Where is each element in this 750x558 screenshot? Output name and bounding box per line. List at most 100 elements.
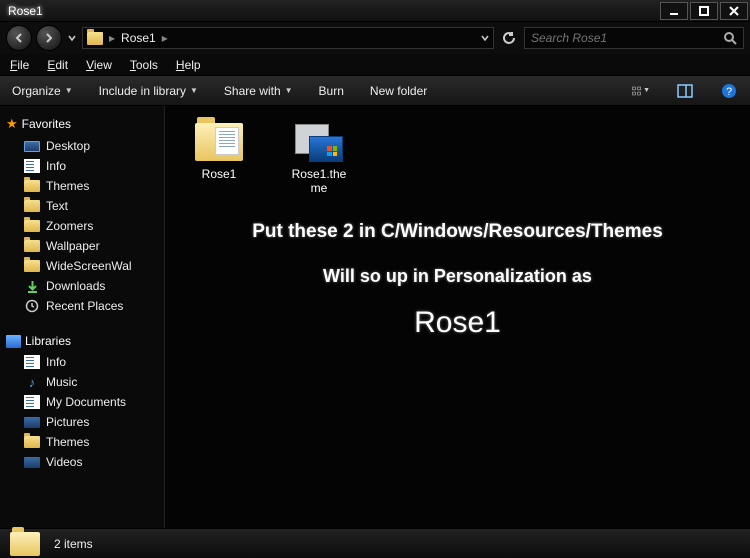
organize-button[interactable]: Organize▼: [12, 84, 73, 98]
change-view-button[interactable]: ▼: [632, 82, 650, 100]
breadcrumb-sep-icon: ▸: [109, 31, 115, 45]
include-in-library-button[interactable]: Include in library▼: [99, 84, 198, 98]
tree-item-label: Pictures: [46, 415, 89, 429]
libraries-header[interactable]: Libraries: [0, 330, 164, 352]
tree-item-label: Recent Places: [46, 299, 123, 313]
item-count: 2 items: [54, 537, 93, 551]
search-input[interactable]: [531, 31, 724, 45]
folder-icon: [10, 532, 40, 556]
close-button[interactable]: [720, 2, 748, 20]
overlay-line-1: Put these 2 in C/Windows/Resources/Theme…: [165, 221, 750, 243]
tree-item-label: Music: [46, 375, 77, 389]
file-item[interactable]: Rose1.theme: [283, 120, 355, 196]
file-item[interactable]: Rose1: [183, 120, 255, 196]
burn-button[interactable]: Burn: [319, 84, 344, 98]
refresh-button[interactable]: [498, 27, 520, 49]
help-button[interactable]: ?: [720, 82, 738, 100]
new-folder-button[interactable]: New folder: [370, 84, 427, 98]
overlay-line-2: Will so up in Personalization as: [165, 266, 750, 287]
back-button[interactable]: [6, 25, 32, 51]
tree-item-label: WideScreenWal: [46, 259, 132, 273]
content-area[interactable]: Rose1 Rose1.theme Put these 2 in C/Window…: [165, 106, 750, 528]
favorites-item[interactable]: Text: [0, 196, 164, 216]
breadcrumb-folder[interactable]: Rose1: [121, 31, 156, 45]
svg-text:?: ?: [726, 86, 732, 98]
navbar: ▸ Rose1 ▸: [0, 22, 750, 54]
libraries-item[interactable]: Videos: [0, 452, 164, 472]
desktop-icon: [24, 141, 40, 152]
favorites-item[interactable]: Info: [0, 156, 164, 176]
search-box[interactable]: [524, 27, 744, 49]
tree-item-label: Desktop: [46, 139, 90, 153]
menu-tools[interactable]: Tools: [130, 58, 158, 72]
libraries-item[interactable]: ♪ Music: [0, 372, 164, 392]
folder-icon: [24, 180, 40, 192]
folder-icon: [87, 32, 103, 45]
folder-icon: [195, 123, 243, 161]
menu-edit[interactable]: Edit: [47, 58, 68, 72]
pictures-icon: [24, 457, 40, 468]
tree-item-label: Zoomers: [46, 219, 93, 233]
status-bar: 2 items: [0, 528, 750, 558]
file-item-label: Rose1: [202, 168, 237, 182]
tree-item-label: Info: [46, 159, 66, 173]
preview-pane-button[interactable]: [676, 82, 694, 100]
theme-file-icon: [295, 122, 343, 162]
favorites-item[interactable]: Themes: [0, 176, 164, 196]
toolbar: Organize▼ Include in library▼ Share with…: [0, 76, 750, 106]
tree-item-label: Text: [46, 199, 68, 213]
folder-icon: [24, 220, 40, 232]
overlay-line-3: Rose1: [165, 306, 750, 340]
favorites-header[interactable]: ★ Favorites: [0, 112, 164, 136]
tree-item-label: Videos: [46, 455, 82, 469]
tree-item-label: My Documents: [46, 395, 126, 409]
forward-button[interactable]: [36, 25, 62, 51]
address-bar[interactable]: ▸ Rose1 ▸: [82, 27, 494, 49]
favorites-item[interactable]: Recent Places: [0, 296, 164, 316]
libraries-item[interactable]: Themes: [0, 432, 164, 452]
address-dropdown-icon[interactable]: [481, 34, 489, 42]
libraries-label: Libraries: [25, 334, 71, 348]
menu-file[interactable]: File: [10, 58, 29, 72]
recent-icon: [24, 299, 40, 313]
favorites-item[interactable]: Zoomers: [0, 216, 164, 236]
favorites-item[interactable]: Downloads: [0, 276, 164, 296]
tree-item-label: Wallpaper: [46, 239, 100, 253]
tree-item-label: Themes: [46, 179, 89, 193]
history-dropdown[interactable]: [66, 34, 78, 42]
sidebar: ★ Favorites Desktop Info Themes Text Zoomers…: [0, 106, 165, 528]
window-title: Rose1: [2, 4, 658, 18]
libraries-item[interactable]: Info: [0, 352, 164, 372]
menu-help[interactable]: Help: [176, 58, 201, 72]
minimize-button[interactable]: [660, 2, 688, 20]
document-icon: [24, 355, 40, 369]
libraries-icon: [6, 335, 21, 348]
folder-icon: [24, 260, 40, 272]
menubar: File Edit View Tools Help: [0, 54, 750, 76]
music-icon: ♪: [24, 375, 40, 389]
folder-icon: [24, 436, 40, 448]
titlebar: Rose1: [0, 0, 750, 22]
favorites-item[interactable]: Desktop: [0, 136, 164, 156]
tree-item-label: Info: [46, 355, 66, 369]
libraries-item[interactable]: My Documents: [0, 392, 164, 412]
star-icon: ★: [6, 116, 18, 132]
download-icon: [24, 279, 40, 293]
folder-icon: [24, 240, 40, 252]
folder-icon: [24, 200, 40, 212]
tree-item-label: Downloads: [46, 279, 105, 293]
favorites-item[interactable]: WideScreenWal: [0, 256, 164, 276]
document-icon: [24, 395, 40, 409]
document-icon: [24, 159, 40, 173]
main: ★ Favorites Desktop Info Themes Text Zoomers…: [0, 106, 750, 528]
search-icon: [724, 32, 737, 45]
share-with-button[interactable]: Share with▼: [224, 84, 293, 98]
tree-item-label: Themes: [46, 435, 89, 449]
maximize-button[interactable]: [690, 2, 718, 20]
menu-view[interactable]: View: [86, 58, 112, 72]
breadcrumb-sep-icon: ▸: [162, 31, 168, 45]
libraries-item[interactable]: Pictures: [0, 412, 164, 432]
pictures-icon: [24, 417, 40, 428]
favorites-item[interactable]: Wallpaper: [0, 236, 164, 256]
favorites-label: Favorites: [22, 117, 71, 131]
